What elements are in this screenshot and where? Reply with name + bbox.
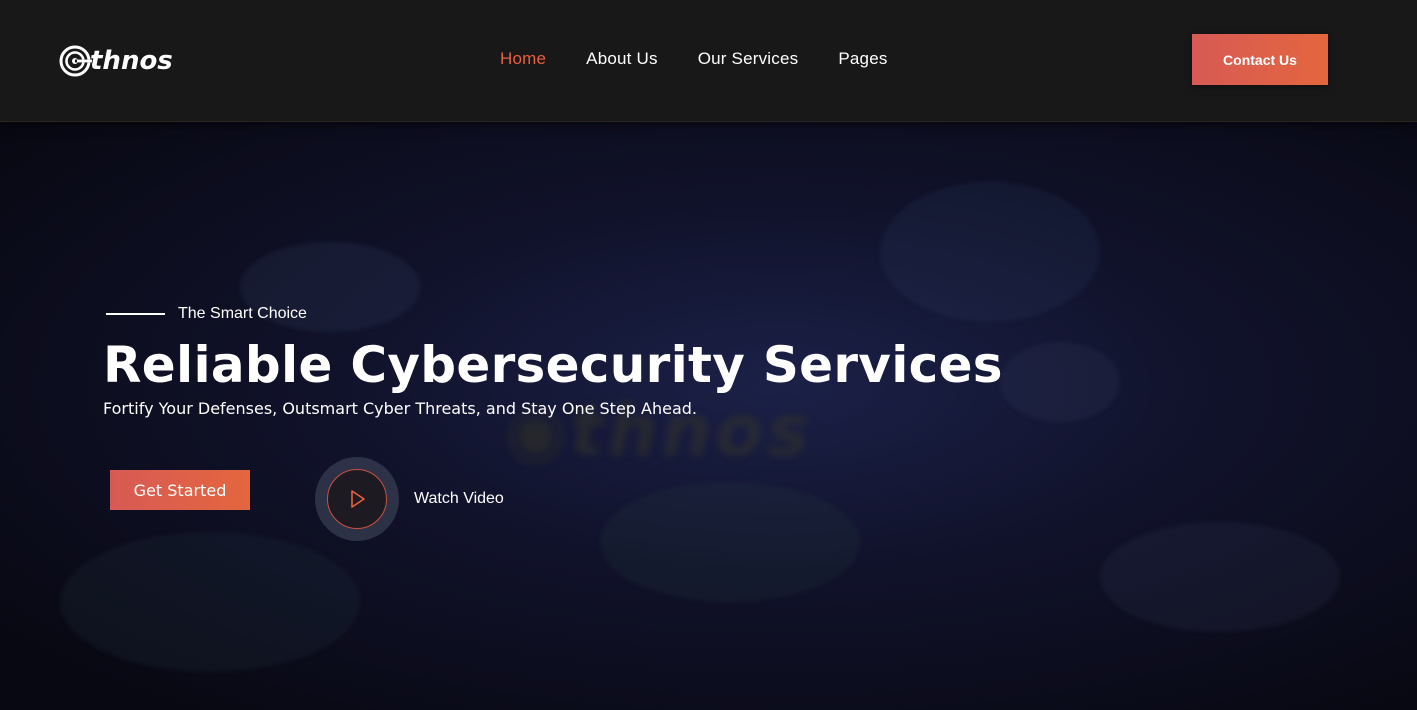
eyebrow-divider (106, 313, 165, 315)
watch-video-label[interactable]: Watch Video (414, 489, 504, 509)
background-texture (600, 482, 860, 602)
nav-item-our-services[interactable]: Our Services (698, 46, 799, 72)
background-texture (1100, 522, 1340, 632)
hero-eyebrow: The Smart Choice (106, 305, 307, 323)
background-texture (1000, 342, 1120, 422)
background-texture (880, 182, 1100, 322)
play-icon (351, 490, 365, 508)
nav-item-home[interactable]: Home (500, 46, 546, 72)
brand-logo[interactable]: thnos (58, 43, 173, 79)
eyebrow-text: The Smart Choice (178, 305, 307, 322)
nav-item-about-us[interactable]: About Us (586, 46, 658, 72)
play-button-inner (327, 469, 387, 529)
background-texture (60, 532, 360, 672)
brand-name: thnos (90, 46, 173, 76)
ethnos-logo-icon (59, 45, 92, 77)
hero-title: Reliable Cybersecurity Services (103, 336, 1003, 394)
page: thnos Home About Us Our Services Pages C… (0, 0, 1417, 710)
hero-subtitle: Fortify Your Defenses, Outsmart Cyber Th… (103, 399, 698, 418)
main-nav: Home About Us Our Services Pages (500, 46, 928, 72)
site-header: thnos Home About Us Our Services Pages C… (0, 0, 1417, 122)
contact-us-button[interactable]: Contact Us (1192, 34, 1328, 85)
get-started-button[interactable]: Get Started (110, 470, 250, 510)
watch-video-button[interactable] (315, 457, 399, 541)
nav-item-pages[interactable]: Pages (838, 46, 887, 72)
